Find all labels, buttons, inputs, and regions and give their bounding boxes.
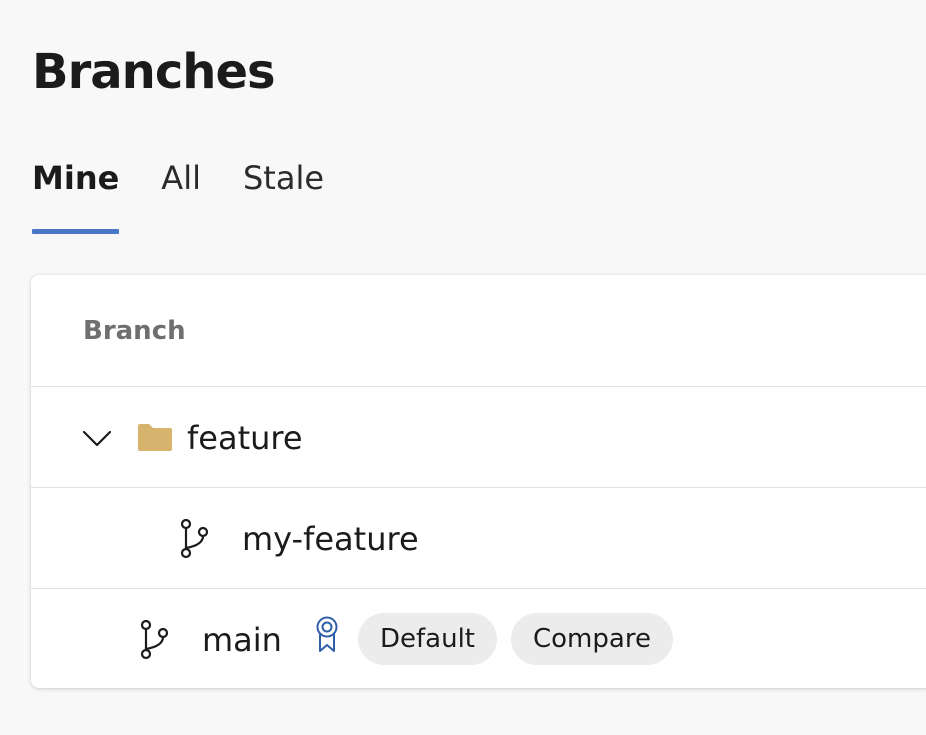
tab-bar: Mine All Stale <box>32 152 366 236</box>
tab-stale[interactable]: Stale <box>243 152 324 204</box>
folder-icon <box>137 423 173 453</box>
table-row-folder[interactable]: feature <box>31 387 926 488</box>
compare-button[interactable]: Compare <box>511 613 673 665</box>
table-row[interactable]: main Default Compare <box>31 589 926 688</box>
column-header-branch[interactable]: Branch <box>83 313 186 349</box>
table-row[interactable]: my-feature <box>31 489 926 589</box>
default-badge-icon <box>313 616 341 654</box>
branch-icon <box>139 618 171 662</box>
branch-folder-name[interactable]: feature <box>187 416 303 460</box>
branch-name[interactable]: my-feature <box>242 517 419 561</box>
chevron-down-icon[interactable] <box>81 422 113 454</box>
branches-table: Branch feature my-feature main Default C… <box>31 275 926 688</box>
branch-icon <box>179 517 211 561</box>
branches-page: Branches Mine All Stale Branch feature m… <box>0 0 926 735</box>
default-badge[interactable]: Default <box>358 613 497 665</box>
tab-mine[interactable]: Mine <box>32 152 120 234</box>
table-header: Branch <box>31 275 926 387</box>
page-title: Branches <box>32 44 276 100</box>
branch-name[interactable]: main <box>202 618 282 662</box>
tab-all[interactable]: All <box>161 152 201 204</box>
